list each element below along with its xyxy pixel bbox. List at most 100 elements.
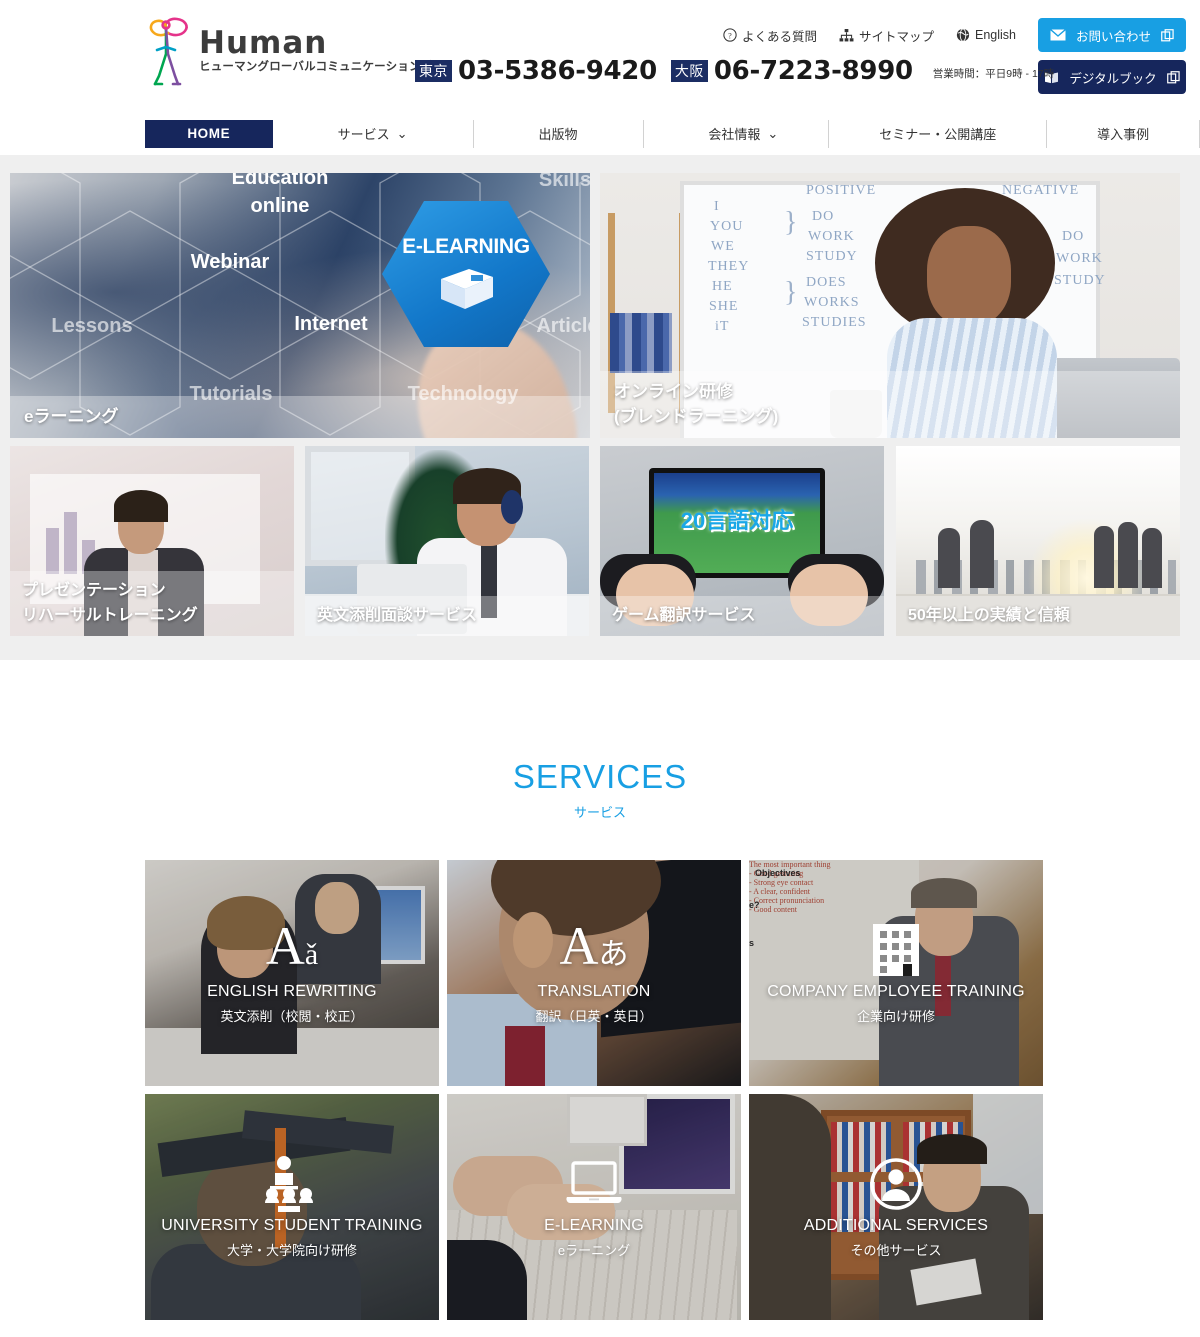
business-hours: 営業時間：平日9時 - 17時 <box>932 68 1055 80</box>
nav-item-company[interactable]: 会社情報 ⌄ <box>708 120 778 148</box>
nav-item-seminars[interactable]: セミナー・公開講座 <box>879 120 996 148</box>
hero-tile-game-translation[interactable]: 20言語対応 ゲーム翻訳サービス <box>600 446 884 636</box>
book-icon <box>441 269 493 309</box>
service-card-additional-services[interactable]: ADDITIONAL SERVICES その他サービス <box>749 1094 1043 1320</box>
board-left-4: THEY <box>708 259 750 274</box>
board-mid-2: WORK <box>808 229 855 244</box>
hero-tile-elearning[interactable]: Education online Skills Webinar Lessons … <box>10 173 590 438</box>
main-navigation: HOME サービス ⌄ 出版物 会社情報 ⌄ セミナー・公開講座 導入事例 <box>0 112 1200 155</box>
service-card-title-ja: 企業向け研修 <box>856 1009 935 1024</box>
board-left-1: I <box>714 199 720 214</box>
nav-divider <box>1046 119 1048 148</box>
hero-tile-online-training[interactable]: POSITIVE NEGATIVE I YOU WE THEY HE SHE i… <box>600 173 1180 438</box>
presenter-audience-icon <box>262 1155 322 1213</box>
utility-link-faq-label: よくある質問 <box>741 29 817 44</box>
utility-link-english-label: English <box>975 28 1016 42</box>
board-left-3: WE <box>711 239 735 254</box>
hero-tile-caption: eラーニング <box>10 396 590 438</box>
board-mid-4: DOES <box>806 275 847 290</box>
services-subtitle: サービス <box>573 805 626 820</box>
board-mid-3: STUDY <box>806 249 858 264</box>
hero-tile-caption-line1: オンライン研修 <box>614 382 733 401</box>
nav-divider <box>828 119 830 148</box>
logo-title: Human <box>199 25 328 61</box>
hero-tile-caption: 50年以上の実績と信頼 <box>896 596 1180 636</box>
hero-tile-caption-line2: リハーサルトレーニング <box>22 607 198 624</box>
user-circle-icon <box>869 1155 923 1213</box>
phone-numbers: 東京 03-5386-9420 大阪 06-7223-8990 営業時間：平日9… <box>415 58 1054 84</box>
chart-bar-art <box>64 512 77 574</box>
hero-tile-caption: プレゼンテーション リハーサルトレーニング <box>10 571 294 636</box>
hero-tile-caption: オンライン研修 (ブレンドラーニング) <box>600 371 1180 438</box>
nav-item-publications-label: 出版物 <box>538 127 578 142</box>
hero-tile-caption: ゲーム翻訳サービス <box>600 596 884 636</box>
hero-tile-presentation[interactable]: プレゼンテーション リハーサルトレーニング <box>10 446 294 636</box>
board-left-7: iT <box>715 319 730 334</box>
sitemap-icon <box>839 28 854 41</box>
silhouette-art <box>1142 528 1162 588</box>
question-circle-icon: ? <box>723 28 737 42</box>
service-card-english-rewriting[interactable]: Aǎ ENGLISH REWRITING 英文添削（校閲・校正） <box>145 860 439 1086</box>
service-card-title-ja: その他サービス <box>850 1243 942 1258</box>
header-utility-bar: ? よくある質問 サイトマップ English お問い合わせ <box>723 18 1186 52</box>
hex-badge-label: E-LEARNING <box>402 235 530 258</box>
contact-button-label: お問い合わせ <box>1075 29 1151 44</box>
chart-bar-art <box>46 528 59 574</box>
globe-icon <box>956 28 970 42</box>
books-art <box>610 313 672 373</box>
logo-subtitle: ヒューマングローバルコミュニケーションズ <box>199 61 433 73</box>
digital-book-button-label: デジタルブック <box>1069 71 1157 86</box>
board-mid-5: WORKS <box>804 295 860 310</box>
nav-item-publications[interactable]: 出版物 <box>538 120 577 148</box>
chevron-down-icon: ⌄ <box>396 125 408 141</box>
service-card-title-en: E-LEARNING <box>544 1217 644 1234</box>
hero-tile-caption-line1: eラーニング <box>24 407 119 426</box>
hero-tile-trust[interactable]: 50年以上の実績と信頼 <box>896 446 1180 636</box>
hero-section: Education online Skills Webinar Lessons … <box>0 155 1200 660</box>
utility-link-sitemap[interactable]: サイトマップ <box>839 26 934 45</box>
site-logo[interactable]: Human ヒューマングローバルコミュニケーションズ <box>135 14 432 86</box>
chevron-down-icon: ⌄ <box>767 125 779 141</box>
silhouette-art <box>938 528 960 588</box>
service-card-title-ja: 翻訳（日英・英日） <box>535 1009 653 1024</box>
hero-tile-caption-line1: 50年以上の実績と信頼 <box>908 607 1070 624</box>
phone-tokyo[interactable]: 東京 03-5386-9420 <box>415 58 657 84</box>
service-card-title-en: UNIVERSITY STUDENT TRAINING <box>161 1217 423 1234</box>
service-card-university-training[interactable]: UNIVERSITY STUDENT TRAINING 大学・大学院向け研修 <box>145 1094 439 1320</box>
svg-text:?: ? <box>728 32 732 41</box>
nav-item-company-label: 会社情報 <box>708 127 761 142</box>
service-card-company-training[interactable]: Objectives e? s The most important thing… <box>749 860 1043 1086</box>
board-left-5: HE <box>712 279 733 294</box>
phone-tokyo-tag: 東京 <box>415 60 452 82</box>
service-card-elearning[interactable]: E-LEARNING eラーニング <box>447 1094 741 1320</box>
digital-book-button[interactable]: デジタルブック <box>1038 60 1186 94</box>
service-card-title-ja: 英文添削（校閲・校正） <box>220 1009 364 1024</box>
office-building-icon <box>873 921 919 979</box>
board-mid-1: DO <box>812 209 835 224</box>
silhouette-art <box>1118 522 1138 588</box>
hero-tile-caption-line2: (ブレンドラーニング) <box>614 407 779 426</box>
hero-tile-caption-line1: 英文添削面談サービス <box>317 607 478 624</box>
utility-link-english[interactable]: English <box>956 28 1016 42</box>
nav-item-seminars-label: セミナー・公開講座 <box>879 127 997 142</box>
service-card-translation[interactable]: Aあ TRANSLATION 翻訳（日英・英日） <box>447 860 741 1086</box>
human-figure-logo-icon <box>149 17 188 86</box>
board-brace-1: } <box>784 207 799 238</box>
services-title: SERVICES <box>512 758 688 795</box>
hero-tile-english-review[interactable]: 英文添削面談サービス <box>305 446 589 636</box>
service-card-title-ja: 大学・大学院向け研修 <box>226 1243 357 1258</box>
phone-tokyo-number: 03-5386-9420 <box>458 56 657 86</box>
nav-item-services[interactable]: サービス ⌄ <box>338 120 408 148</box>
utility-link-faq[interactable]: ? よくある質問 <box>723 26 817 45</box>
external-window-icon <box>1166 70 1180 83</box>
contact-button[interactable]: お問い合わせ <box>1038 18 1186 52</box>
headset-art <box>501 490 523 524</box>
external-window-icon <box>1161 28 1174 41</box>
phone-osaka[interactable]: 大阪 06-7223-8990 <box>670 58 913 84</box>
nav-item-case-studies[interactable]: 導入事例 <box>1097 120 1149 148</box>
laptop-icon <box>565 1155 623 1213</box>
silhouette-art <box>970 520 994 588</box>
nav-item-home[interactable]: HOME <box>145 119 273 148</box>
nav-divider <box>472 119 474 148</box>
site-header: Human ヒューマングローバルコミュニケーションズ ? よくある質問 サイトマ… <box>0 0 1200 155</box>
